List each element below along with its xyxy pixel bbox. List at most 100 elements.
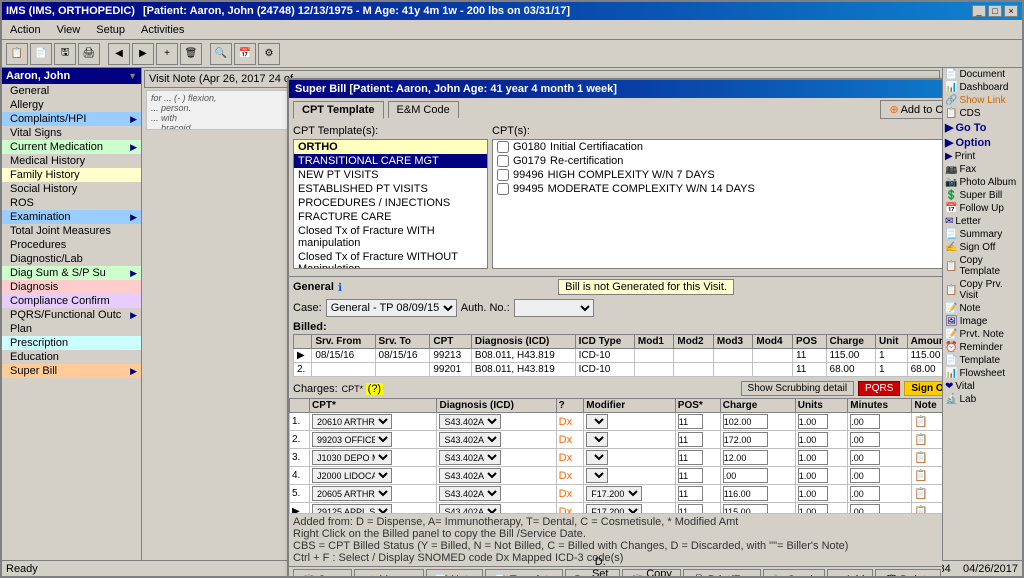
- charge-row6-minutes[interactable]: [850, 504, 880, 513]
- cpt-checkbox-99495[interactable]: [497, 183, 509, 195]
- set-visit-dx-button[interactable]: Dx D. Set Visit Dx: [565, 569, 619, 578]
- scrub-button[interactable]: 🔧 Scrub: [763, 569, 825, 578]
- charge-row6-cpt[interactable]: 29125 APPL SHORT AR: [312, 504, 392, 513]
- delete-button[interactable]: 🗑 Delete: [875, 569, 941, 578]
- charge-row3-diag[interactable]: S43.402A: [439, 450, 501, 465]
- charge-row6-note-icon[interactable]: 📋: [914, 506, 928, 513]
- toolbar-btn-7[interactable]: +: [156, 43, 178, 65]
- copy-dx-button[interactable]: 📋 Copy Dx: [622, 569, 681, 578]
- menu-setup[interactable]: Setup: [92, 24, 129, 36]
- macros-button[interactable]: ⚡ Macros: [354, 569, 424, 578]
- charge-row5-charge[interactable]: [723, 486, 768, 501]
- charge-row3-cpt[interactable]: J1030 DEPO MEDROL 4: [312, 450, 392, 465]
- charge-row5-pos[interactable]: [678, 486, 703, 501]
- charge-row1-diag[interactable]: S43.402A: [439, 414, 501, 429]
- patient-name[interactable]: Aaron, John ▼: [2, 68, 141, 84]
- charge-row4-units[interactable]: [798, 468, 828, 483]
- rs-show-link[interactable]: 🔗Show Link: [943, 94, 1022, 107]
- table-row[interactable]: 3. J1030 DEPO MEDROL 4 S43.402A Dx: [290, 449, 943, 467]
- template-button[interactable]: 📄 Template: [485, 569, 563, 578]
- charge-row3-minutes[interactable]: [850, 450, 880, 465]
- charge-row4-dx-icon[interactable]: Dx: [559, 470, 572, 482]
- charge-row2-minutes[interactable]: [850, 432, 880, 447]
- charge-row6-units[interactable]: [798, 504, 828, 513]
- toolbar-btn-9[interactable]: 🔍: [210, 43, 232, 65]
- menu-activities[interactable]: Activities: [137, 24, 188, 36]
- charge-row5-note-icon[interactable]: 📋: [914, 488, 928, 500]
- rs-follow-up[interactable]: 📅Follow Up: [943, 202, 1022, 215]
- print-fax-button[interactable]: 🖨 Print/Fax: [683, 569, 761, 578]
- tab-cpt-template[interactable]: CPT Template: [293, 101, 384, 119]
- close-button[interactable]: ×: [1004, 5, 1018, 17]
- template-ortho[interactable]: ORTHO: [294, 140, 487, 154]
- sidebar-item-complaints[interactable]: Complaints/HPI▶: [2, 112, 141, 126]
- sidebar-item-superbill[interactable]: Super Bill▶: [2, 364, 141, 378]
- table-row[interactable]: 2. 99201 B08.011, H43.819 ICD-10: [294, 363, 943, 377]
- cpt-checkbox-g0180[interactable]: [497, 141, 509, 153]
- charge-row1-dx-icon[interactable]: Dx: [559, 416, 572, 428]
- rs-reminder[interactable]: ⏰Reminder: [943, 341, 1022, 354]
- rs-cds[interactable]: 📋CDS: [943, 107, 1022, 120]
- charge-row2-diag[interactable]: S43.402A: [439, 432, 501, 447]
- sidebar-item-ros[interactable]: ROS: [2, 196, 141, 210]
- charge-row5-dx-icon[interactable]: Dx: [559, 488, 572, 500]
- table-row[interactable]: 5. 20605 ARTHROCNTS A S43.402A Dx F17.20…: [290, 485, 943, 503]
- menu-action[interactable]: Action: [6, 24, 45, 36]
- charge-row4-note-icon[interactable]: 📋: [914, 470, 928, 482]
- sidebar-item-medical-history[interactable]: Medical History: [2, 154, 141, 168]
- charge-row5-cpt[interactable]: 20605 ARTHROCNTS A: [312, 486, 392, 501]
- menu-view[interactable]: View: [53, 24, 85, 36]
- maximize-button[interactable]: □: [988, 5, 1002, 17]
- toolbar-btn-6[interactable]: ▶: [132, 43, 154, 65]
- charge-row1-cpt[interactable]: 20610 ARTHROCNTS A: [312, 414, 392, 429]
- charge-row4-pos[interactable]: [678, 468, 703, 483]
- charge-row4-cpt[interactable]: J2000 LIDOCAINE, 50cc: [312, 468, 392, 483]
- sidebar-item-diag-sum[interactable]: Diag Sum & S/P Su▶: [2, 266, 141, 280]
- charge-row6-dx-icon[interactable]: Dx: [559, 506, 572, 514]
- charge-row4-diag[interactable]: S43.402A: [439, 468, 501, 483]
- toolbar-btn-8[interactable]: 🗑: [180, 43, 202, 65]
- sidebar-item-current-med[interactable]: Current Medication▶: [2, 140, 141, 154]
- charge-row5-modifier[interactable]: F17.200: [586, 486, 642, 501]
- copy-button[interactable]: 📋 Copy: [293, 569, 352, 578]
- charge-row1-charge[interactable]: [723, 414, 768, 429]
- rs-goto[interactable]: ▶ Go To: [943, 120, 1022, 135]
- rs-copy-template[interactable]: 📋Copy Template: [943, 254, 1022, 278]
- charge-row3-modifier[interactable]: [586, 450, 608, 465]
- charge-row1-note-icon[interactable]: 📋: [914, 416, 928, 428]
- cpt-checkbox-99496[interactable]: [497, 169, 509, 181]
- charge-row6-charge[interactable]: [723, 504, 768, 513]
- rs-image[interactable]: 🖼Image: [943, 315, 1022, 328]
- toolbar-btn-1[interactable]: 📋: [6, 43, 28, 65]
- show-scrubbing-button[interactable]: Show Scrubbing detail: [741, 381, 855, 396]
- sidebar-item-examination[interactable]: Examination▶: [2, 210, 141, 224]
- sidebar-item-social[interactable]: Social History: [2, 182, 141, 196]
- charge-row6-diag[interactable]: S43.402A: [439, 504, 501, 513]
- charge-row1-minutes[interactable]: [850, 414, 880, 429]
- general-info-icon[interactable]: ℹ: [338, 281, 342, 294]
- charge-row2-pos[interactable]: [678, 432, 703, 447]
- charge-row6-modifier[interactable]: F17.200: [586, 504, 642, 513]
- table-row[interactable]: ▶ 29125 APPL SHORT AR S43.402A Dx F17.20…: [290, 503, 943, 514]
- template-closed-with[interactable]: Closed Tx of Fracture WITH manipulation: [294, 224, 487, 250]
- charge-row2-units[interactable]: [798, 432, 828, 447]
- charge-row2-charge[interactable]: [723, 432, 768, 447]
- rs-vital[interactable]: ❤Vital: [943, 380, 1022, 393]
- sign-off-button[interactable]: Sign Off Visit Note: [904, 381, 942, 396]
- sidebar-item-education[interactable]: Education: [2, 350, 141, 364]
- template-new-pt[interactable]: NEW PT VISITS: [294, 168, 487, 182]
- auth-dropdown[interactable]: [514, 299, 594, 317]
- add-to-charges-button[interactable]: ⊕ Add to Charges: [880, 100, 942, 119]
- toolbar-btn-4[interactable]: 🖨: [78, 43, 100, 65]
- template-established[interactable]: ESTABLISHED PT VISITS: [294, 182, 487, 196]
- sidebar-item-joint-measures[interactable]: Total Joint Measures: [2, 224, 141, 238]
- charge-row1-units[interactable]: [798, 414, 828, 429]
- toolbar-btn-11[interactable]: ⚙: [258, 43, 280, 65]
- add-button[interactable]: + Add: [827, 569, 873, 578]
- charge-row2-cpt[interactable]: 99203 OFFICE OUTPT N: [312, 432, 392, 447]
- rs-template[interactable]: 📄Template: [943, 354, 1022, 367]
- sidebar-item-procedures[interactable]: Procedures: [2, 238, 141, 252]
- charge-row1-modifier[interactable]: [586, 414, 608, 429]
- charge-row3-pos[interactable]: [678, 450, 703, 465]
- sidebar-item-diagnosis[interactable]: Diagnosis: [2, 280, 141, 294]
